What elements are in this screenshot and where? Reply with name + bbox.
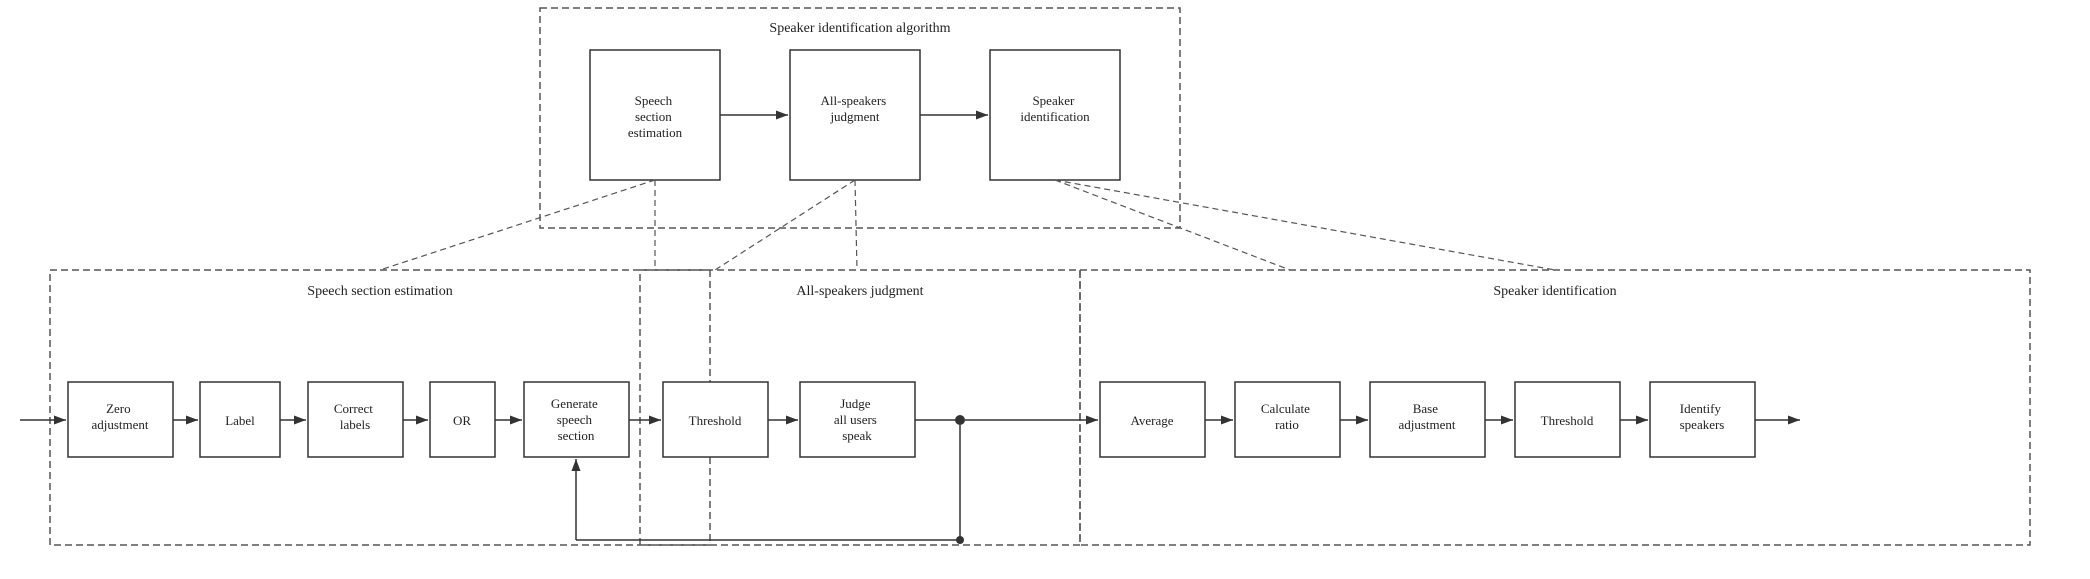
or-label: OR: [453, 413, 471, 428]
dashed-spkid-right: [1055, 180, 1555, 270]
label-label: Label: [225, 413, 255, 428]
dashed-speech-left: [380, 180, 655, 270]
bottom-all-speakers-label: All-speakers judgment: [796, 284, 923, 299]
gen-speech-label: Generate speech section: [551, 396, 601, 443]
dashed-allspk-left: [715, 180, 855, 270]
feedback-dot: [956, 536, 964, 544]
junction-dot: [955, 415, 965, 425]
average-label: Average: [1130, 413, 1173, 428]
speaker-id-algorithm-label: Speaker identification algorithm: [769, 21, 950, 36]
threshold2-label: Threshold: [1541, 413, 1594, 428]
dashed-allspk-right: [855, 180, 857, 270]
top-all-speakers-label: All-speakers judgment: [821, 93, 890, 124]
bottom-speaker-id-label: Speaker identification: [1493, 284, 1616, 299]
dashed-spkid-left: [1055, 180, 1290, 270]
threshold1-label: Threshold: [689, 413, 742, 428]
correct-labels-label: Correct labels: [334, 401, 376, 432]
top-speech-section-label: Speech section estimation: [628, 93, 683, 140]
bottom-speech-section-label: Speech section estimation: [307, 284, 452, 299]
identify-speakers-label: Identify speakers: [1680, 401, 1725, 432]
